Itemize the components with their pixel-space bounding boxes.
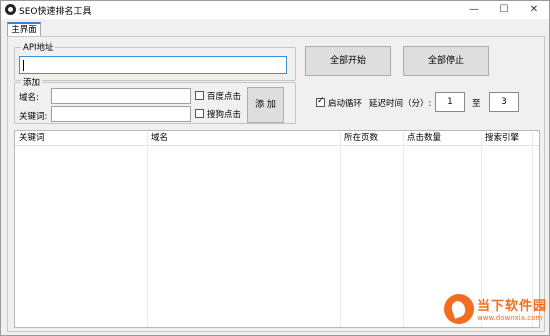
sogou-click-label: 搜狗点击 [207, 110, 242, 120]
title-bar: SEO快速排名工具 — ☐ ✕ [1, 1, 549, 19]
delay-min-input[interactable]: 1 [435, 92, 465, 112]
app-window: SEO快速排名工具 — ☐ ✕ 主界面 API地址 添加 域名: 关键词: 百度… [0, 0, 550, 336]
text-caret [23, 60, 24, 71]
header-divider [15, 145, 539, 146]
domain-label: 域名: [19, 93, 39, 103]
column-header-clicks[interactable]: 点击数量 [405, 131, 441, 145]
baidu-click-label: 百度点击 [207, 92, 242, 102]
minimize-button[interactable]: — [461, 1, 487, 19]
column-header-page[interactable]: 所在页数 [342, 131, 378, 145]
loop-label: 启动循环 [328, 99, 363, 109]
delay-max-input[interactable]: 3 [489, 92, 519, 112]
watermark-url: www.downxia.com [477, 314, 543, 322]
stop-all-button[interactable]: 全部停止 [403, 46, 489, 76]
add-group: 添加 域名: 关键词: 百度点击 搜狗点击 添 加 [14, 76, 296, 124]
column-header-engine[interactable]: 搜索引擎 [483, 131, 519, 145]
column-divider [340, 131, 341, 327]
close-button[interactable]: ✕ [521, 1, 547, 19]
maximize-button[interactable]: ☐ [491, 1, 517, 19]
column-divider [403, 131, 404, 327]
window-title: SEO快速排名工具 [19, 7, 92, 17]
delay-label: 延迟时间（分）: [369, 99, 432, 109]
domain-input[interactable] [51, 88, 191, 104]
to-label: 至 [472, 99, 481, 109]
app-logo-icon [5, 4, 16, 15]
sogou-click-checkbox[interactable] [195, 109, 204, 118]
api-legend: API地址 [21, 41, 56, 53]
watermark: 当下软件园 www.downxia.com [444, 294, 548, 328]
add-button[interactable]: 添 加 [247, 87, 284, 123]
tab-main[interactable]: 主界面 [7, 22, 41, 37]
loop-checkbox[interactable] [316, 96, 325, 107]
keyword-input[interactable] [51, 106, 191, 122]
add-legend: 添加 [21, 76, 43, 88]
api-group: API地址 [14, 41, 296, 81]
column-header-domain[interactable]: 域名 [149, 131, 168, 145]
main-panel: API地址 添加 域名: 关键词: 百度点击 搜狗点击 添 加 全部开始 全部停… [7, 36, 545, 332]
watermark-text: 当下软件园 [477, 299, 548, 314]
baidu-click-checkbox[interactable] [195, 91, 204, 100]
start-all-button[interactable]: 全部开始 [305, 46, 391, 76]
column-header-keyword[interactable]: 关键词 [17, 131, 45, 145]
watermark-logo-icon [444, 294, 474, 324]
api-url-input[interactable] [19, 56, 287, 74]
keyword-label: 关键词: [19, 112, 48, 122]
column-divider [147, 131, 148, 327]
